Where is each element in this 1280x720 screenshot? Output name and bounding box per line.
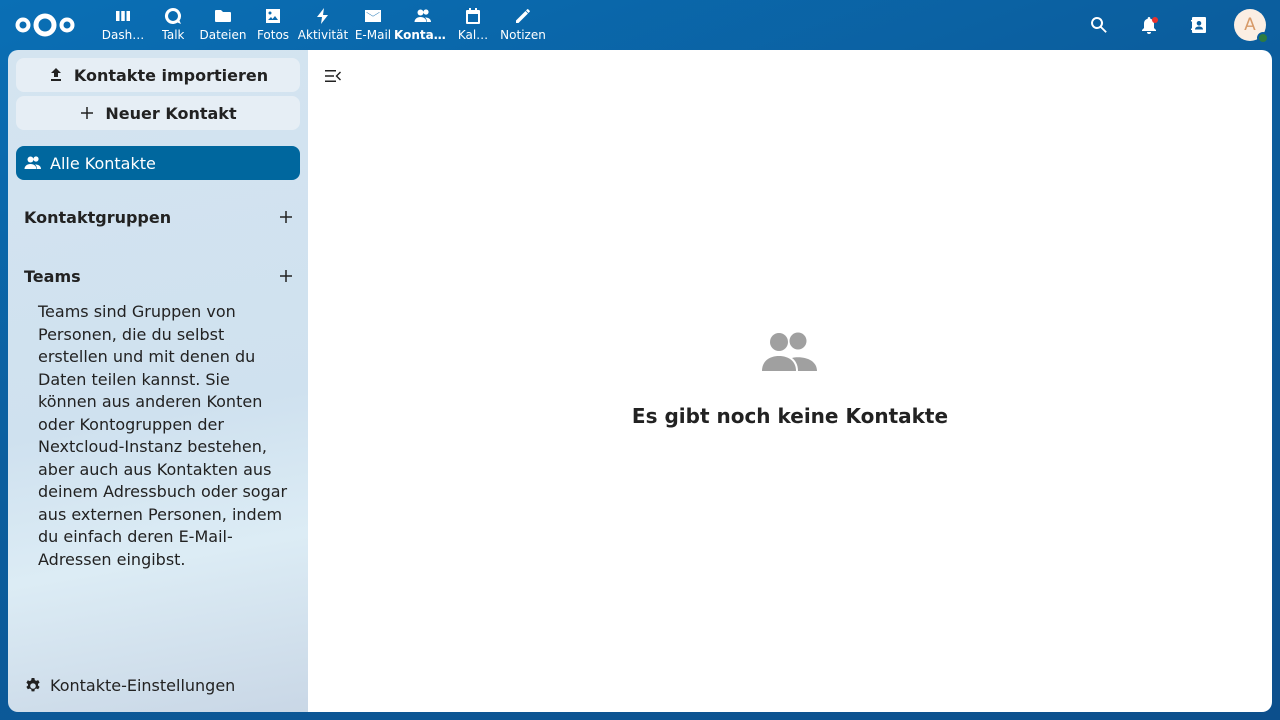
dashboard-icon (116, 11, 130, 21)
app-activity[interactable]: Aktivität (298, 0, 348, 50)
mail-icon (365, 10, 381, 22)
app-calendar[interactable]: Kal… (448, 0, 498, 50)
contacts-icon (24, 156, 41, 169)
top-header: Dash… Talk Dateien Fotos Aktivität E-Mai… (0, 0, 1280, 50)
search-icon (1091, 17, 1107, 33)
app-label: Dash… (101, 28, 145, 42)
contacts-settings-label: Kontakte-Einstellungen (50, 676, 236, 695)
empty-content-title: Es gibt noch keine Kontakte (631, 404, 949, 428)
contacts-settings-button[interactable]: Kontakte-Einstellungen (24, 676, 235, 695)
contacts-icon (414, 9, 431, 22)
folder-icon (215, 10, 231, 22)
lightning-icon (317, 8, 328, 24)
teams-heading: Teams (24, 266, 81, 286)
image-icon (266, 9, 280, 23)
header-actions: A (1074, 0, 1269, 50)
add-group-plus-icon[interactable] (278, 209, 294, 225)
notifications-button[interactable] (1124, 0, 1174, 50)
contact-groups-heading: Kontaktgruppen (24, 207, 172, 227)
app-mail[interactable]: E-Mail (348, 0, 398, 50)
nextcloud-logo[interactable] (14, 10, 76, 40)
import-contacts-label: Kontakte importieren (73, 65, 269, 85)
app-navigation: Kontakte importieren Neuer Kontakt Alle … (8, 50, 308, 712)
search-button[interactable] (1074, 0, 1124, 50)
app-photos[interactable]: Fotos (248, 0, 298, 50)
address-book-icon (1191, 17, 1206, 33)
pencil-icon (516, 9, 530, 23)
gear-icon (26, 677, 40, 691)
app-label: Talk (161, 28, 185, 42)
main-content: Es gibt noch keine Kontakte (308, 50, 1272, 712)
app-label: Fotos (256, 28, 290, 42)
teams-description: Teams sind Gruppen von Personen, die du … (38, 302, 288, 569)
calendar-icon (466, 8, 480, 24)
contacts-menu-button[interactable] (1174, 0, 1224, 50)
contact-groups-section: Kontaktgruppen (24, 205, 294, 229)
add-team-plus-icon[interactable] (278, 268, 294, 284)
app-label: E-Mail (354, 28, 392, 42)
import-contacts-button[interactable]: Kontakte importieren (16, 58, 300, 92)
app-label: Kal… (457, 28, 489, 42)
app-label: Notizen (500, 28, 546, 42)
app-label: Kontakte (394, 28, 452, 42)
new-contact-button[interactable]: Neuer Kontakt (16, 96, 300, 130)
new-contact-label: Neuer Kontakt (105, 103, 237, 123)
app-menu: Dash… Talk Dateien Fotos Aktivität E-Mai… (98, 0, 548, 50)
app-talk[interactable]: Talk (148, 0, 198, 50)
user-avatar[interactable]: A (1234, 9, 1269, 44)
app-label: Aktivität (297, 28, 349, 42)
nav-all-contacts-label: Alle Kontakte (50, 153, 156, 173)
toggle-navigation-icon[interactable] (324, 67, 342, 85)
app-label: Dateien (199, 28, 247, 42)
avatar-initial: A (1244, 15, 1256, 35)
app-dashboard[interactable]: Dash… (98, 0, 148, 50)
online-status-dot (1257, 32, 1269, 44)
app-contacts[interactable]: Kontakte (394, 0, 452, 50)
plus-icon (81, 107, 94, 119)
nav-all-contacts[interactable]: Alle Kontakte (16, 146, 300, 180)
upload-icon (50, 68, 61, 81)
app-notes[interactable]: Notizen (498, 0, 548, 50)
contacts-empty-icon (762, 332, 817, 371)
talk-icon (164, 7, 181, 25)
notification-dot (1152, 17, 1158, 23)
teams-section: Teams (24, 264, 294, 288)
app-files[interactable]: Dateien (198, 0, 248, 50)
